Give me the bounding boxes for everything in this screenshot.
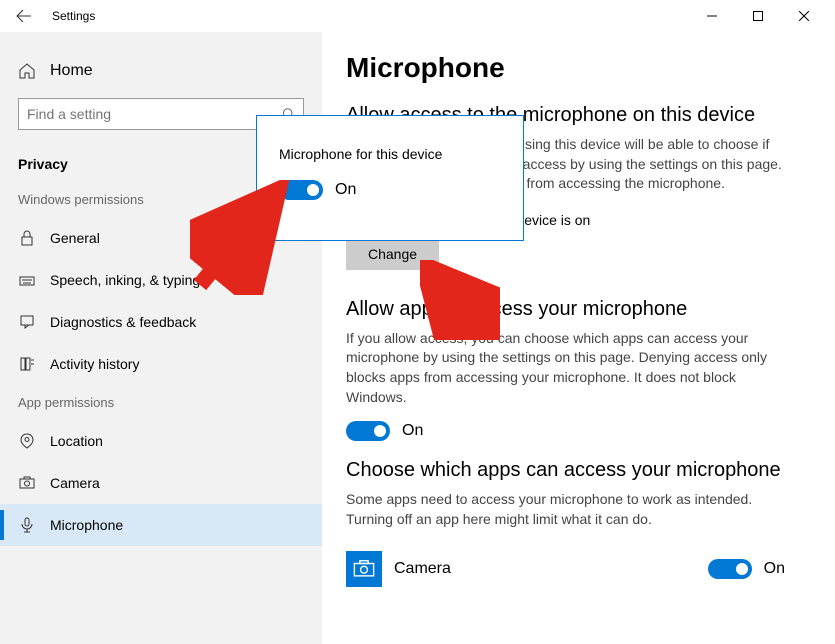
- section-choose-apps-heading: Choose which apps can access your microp…: [346, 459, 815, 482]
- window-title: Settings: [52, 9, 95, 23]
- change-flyout: Microphone for this device On: [256, 115, 524, 241]
- home-icon: [18, 62, 36, 80]
- sidebar-item-diagnostics[interactable]: Diagnostics & feedback: [0, 301, 322, 343]
- minimize-button[interactable]: [689, 0, 735, 32]
- minimize-icon: [707, 11, 717, 21]
- allow-apps-toggle-state: On: [402, 422, 423, 440]
- history-icon: [18, 355, 36, 373]
- app-name: Camera: [394, 560, 451, 578]
- page-title: Microphone: [346, 52, 815, 84]
- sidebar-item-label: Speech, inking, & typing: [50, 272, 200, 288]
- sidebar-item-speech[interactable]: Speech, inking, & typing: [0, 259, 322, 301]
- section-allow-apps-heading: Allow apps to access your microphone: [346, 298, 815, 321]
- app-camera-toggle[interactable]: [708, 559, 752, 579]
- section-allow-apps-desc: If you allow access, you can choose whic…: [346, 329, 786, 407]
- allow-apps-toggle[interactable]: [346, 421, 390, 441]
- flyout-toggle-state: On: [335, 181, 356, 199]
- lock-icon: [18, 229, 36, 247]
- search-input[interactable]: [27, 106, 282, 122]
- sidebar-item-label: Location: [50, 433, 103, 449]
- section-choose-apps-desc: Some apps need to access your microphone…: [346, 490, 786, 529]
- flyout-toggle[interactable]: [279, 180, 323, 200]
- sidebar-item-activity[interactable]: Activity history: [0, 343, 322, 385]
- maximize-icon: [753, 11, 763, 21]
- sidebar-item-camera[interactable]: Camera: [0, 462, 322, 504]
- sidebar-group-app-permissions: App permissions: [0, 385, 322, 420]
- sidebar-item-location[interactable]: Location: [0, 420, 322, 462]
- sidebar-home[interactable]: Home: [0, 52, 322, 90]
- sidebar-item-label: General: [50, 230, 100, 246]
- feedback-icon: [18, 313, 36, 331]
- sidebar-item-microphone[interactable]: Microphone: [0, 504, 322, 546]
- close-icon: [799, 11, 809, 21]
- maximize-button[interactable]: [735, 0, 781, 32]
- sidebar-item-label: Activity history: [50, 356, 139, 372]
- camera-icon: [18, 474, 36, 492]
- app-row-camera: Camera On: [346, 545, 815, 593]
- titlebar: Settings: [0, 0, 835, 32]
- sidebar-item-label: Camera: [50, 475, 100, 491]
- arrow-left-icon: [16, 8, 32, 24]
- window-controls: [689, 0, 827, 32]
- back-button[interactable]: [8, 0, 40, 32]
- close-button[interactable]: [781, 0, 827, 32]
- sidebar-item-label: Diagnostics & feedback: [50, 314, 196, 330]
- microphone-icon: [18, 516, 36, 534]
- keyboard-icon: [18, 271, 36, 289]
- flyout-title: Microphone for this device: [279, 146, 501, 162]
- sidebar-item-label: Microphone: [50, 517, 123, 533]
- change-button[interactable]: Change: [346, 238, 439, 270]
- app-camera-toggle-state: On: [764, 560, 785, 578]
- location-icon: [18, 432, 36, 450]
- sidebar-home-label: Home: [50, 62, 93, 80]
- app-camera-icon: [346, 551, 382, 587]
